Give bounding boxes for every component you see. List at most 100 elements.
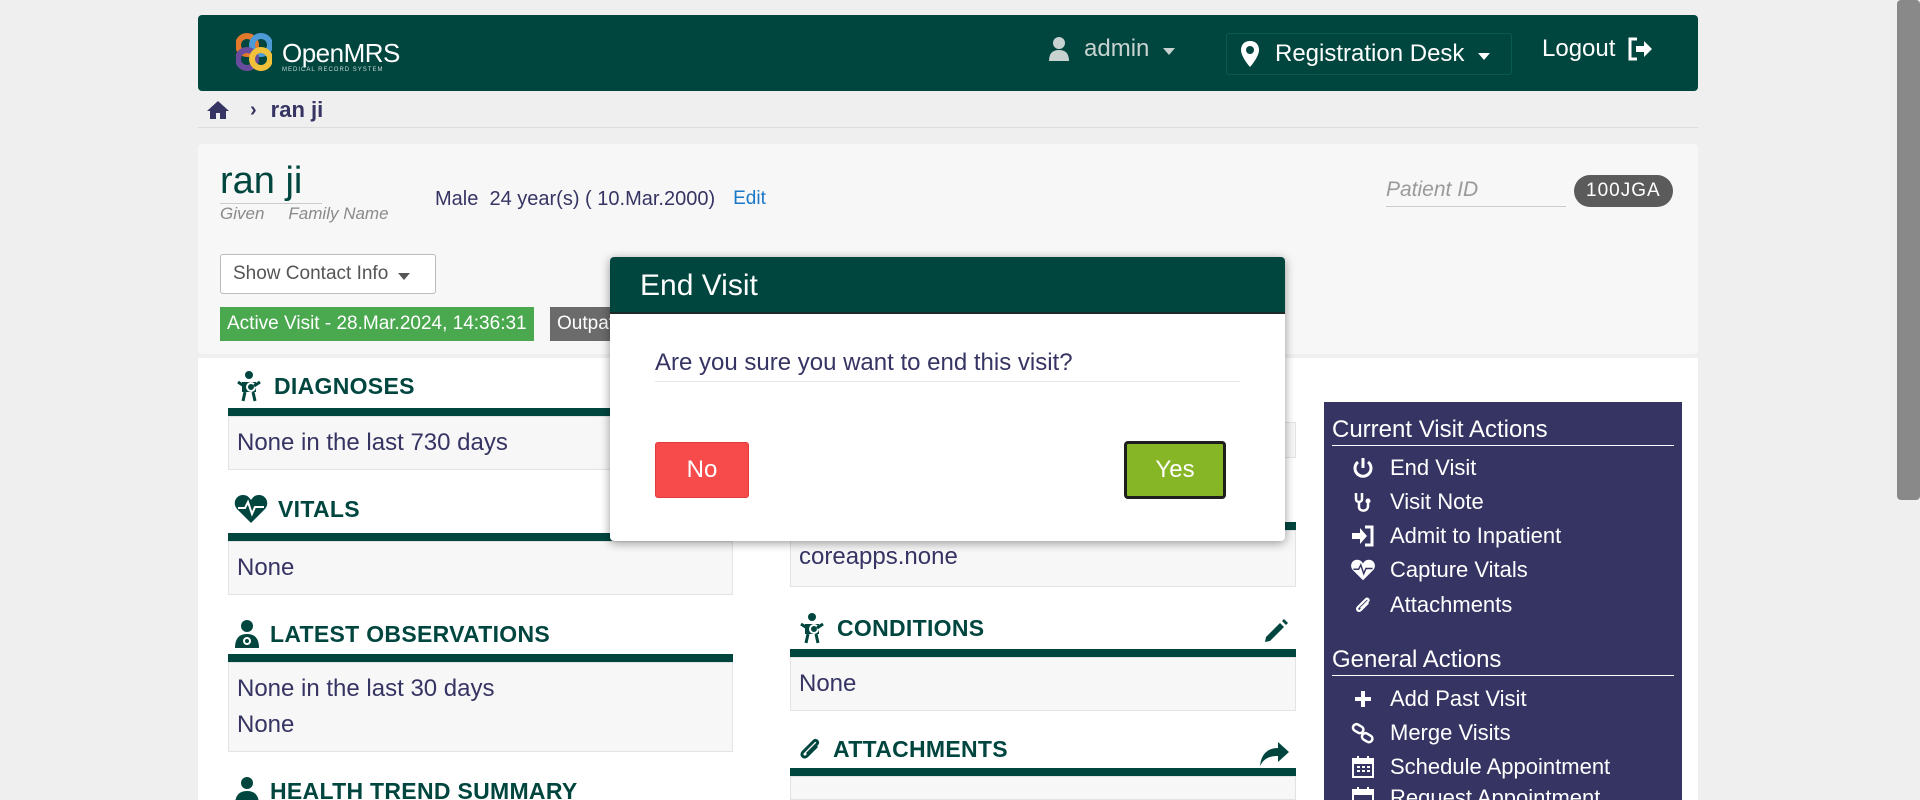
sign-in-icon <box>1352 525 1374 547</box>
home-icon[interactable] <box>206 100 230 120</box>
action-label: Visit Note <box>1390 489 1484 514</box>
breadcrumb: › ran ji <box>206 97 323 123</box>
latest-observations-body: None in the last 30 days None <box>228 662 733 752</box>
action-merge-visits[interactable]: Merge Visits <box>1350 720 1511 746</box>
scrollbar-thumb[interactable] <box>1897 0 1920 500</box>
chevron-down-icon <box>1478 52 1491 60</box>
dialog-title: End Visit <box>610 257 1285 314</box>
end-visit-dialog: End Visit Are you sure you want to end t… <box>610 257 1285 541</box>
action-label: Request Appointment <box>1390 785 1601 800</box>
share-icon[interactable] <box>1258 740 1290 768</box>
action-admit-inpatient[interactable]: Admit to Inpatient <box>1350 523 1561 549</box>
vitals-title: VITALS <box>278 495 360 522</box>
action-label: Schedule Appointment <box>1390 754 1611 779</box>
section-underline <box>790 649 1296 657</box>
action-label: Merge Visits <box>1390 720 1511 745</box>
divider <box>198 127 1698 128</box>
location-name: Registration Desk <box>1275 40 1465 67</box>
location-menu[interactable]: Registration Desk <box>1226 33 1512 75</box>
caret-down-icon <box>398 272 411 280</box>
active-visit-badge: Active Visit - 28.Mar.2024, 14:36:31 <box>220 307 534 341</box>
action-request-appointment[interactable]: Request Appointment <box>1350 785 1600 800</box>
user-menu[interactable]: admin <box>1048 35 1176 63</box>
dialog-question: Are you sure you want to end this visit? <box>655 349 1240 382</box>
yes-button[interactable]: Yes <box>1124 441 1226 499</box>
health-trend-header: HEALTH TREND SUMMARY <box>234 776 578 800</box>
given-label: Given <box>220 204 265 223</box>
heartbeat-icon <box>1351 559 1375 581</box>
diagnoses-title: DIAGNOSES <box>274 372 415 399</box>
logout-link[interactable]: Logout <box>1542 35 1653 63</box>
link-icon <box>1351 722 1374 744</box>
plus-icon <box>1355 691 1371 707</box>
action-add-past-visit[interactable]: Add Past Visit <box>1350 686 1527 712</box>
user-md-icon <box>235 620 259 648</box>
diagnoses-text: None in the last 730 days <box>237 429 508 456</box>
section-underline <box>228 654 733 662</box>
top-header: OpenMRS MEDICAL RECORD SYSTEM admin Regi… <box>198 15 1698 91</box>
observations-text: None in the last 30 days <box>237 675 495 702</box>
action-attachments[interactable]: Attachments <box>1350 592 1512 618</box>
family-label: Family Name <box>288 204 389 223</box>
patient-info: Male 24 year(s) ( 10.Mar.2000) <box>435 188 716 210</box>
vitals-body: None <box>228 541 733 595</box>
observations-none: None <box>237 711 295 738</box>
power-icon <box>1353 458 1373 478</box>
action-label: End Visit <box>1390 455 1477 480</box>
user-md-icon <box>235 777 259 800</box>
openmrs-logo-icon <box>236 33 272 71</box>
logo-text: OpenMRS <box>282 37 400 68</box>
conditions-title: CONDITIONS <box>837 614 985 641</box>
vitals-text: None <box>237 554 295 581</box>
pencil-icon[interactable] <box>1262 617 1290 645</box>
current-visit-actions-heading: Current Visit Actions <box>1332 416 1674 446</box>
chevron-down-icon <box>1163 47 1176 55</box>
patient-id-label: Patient ID <box>1386 178 1566 207</box>
conditions-header: CONDITIONS <box>797 612 984 644</box>
action-label: Add Past Visit <box>1390 686 1527 711</box>
patient-id-badge: 100JGA <box>1574 175 1673 207</box>
edit-link[interactable]: Edit <box>733 188 766 211</box>
paperclip-icon <box>1356 597 1370 612</box>
show-contact-info-button[interactable]: Show Contact Info <box>220 254 436 294</box>
section-underline <box>790 768 1296 776</box>
patient-demographics: Male 24 year(s) ( 10.Mar.2000) Edit <box>435 188 766 211</box>
calendar-icon <box>1352 756 1374 778</box>
openmrs-logo[interactable]: OpenMRS MEDICAL RECORD SYSTEM <box>236 33 400 73</box>
general-actions-heading: General Actions <box>1332 646 1674 676</box>
stethoscope-person-icon <box>237 371 261 402</box>
action-capture-vitals[interactable]: Capture Vitals <box>1350 557 1528 583</box>
attachments-title: ATTACHMENTS <box>833 735 1008 762</box>
conditions-text: None <box>799 670 857 697</box>
health-trend-title: HEALTH TREND SUMMARY <box>270 777 578 800</box>
user-name: admin <box>1084 35 1150 62</box>
map-marker-icon <box>1241 41 1259 67</box>
action-label: Attachments <box>1390 592 1513 617</box>
action-visit-note[interactable]: Visit Note <box>1350 489 1484 515</box>
conditions-body: None <box>790 657 1296 711</box>
chevron-right-icon: › <box>250 98 257 121</box>
no-button[interactable]: No <box>655 442 749 498</box>
attachments-header: ATTACHMENTS <box>797 734 1008 764</box>
action-label: Capture Vitals <box>1390 557 1528 582</box>
contact-btn-label: Show Contact Info <box>233 263 389 284</box>
name-labels: Given Family Name <box>220 204 389 224</box>
action-label: Admit to Inpatient <box>1390 523 1562 548</box>
diagnoses-header: DIAGNOSES <box>234 370 415 402</box>
latest-observations-header: LATEST OBSERVATIONS <box>234 619 550 649</box>
visit-actions-sidebar: Current Visit Actions End Visit Visit No… <box>1324 402 1682 800</box>
latest-observations-title: LATEST OBSERVATIONS <box>270 620 551 647</box>
stethoscope-icon <box>1354 493 1371 512</box>
action-schedule-appointment[interactable]: Schedule Appointment <box>1350 754 1610 780</box>
heartbeat-icon <box>234 495 268 523</box>
paperclip-icon <box>800 738 820 759</box>
breadcrumb-current: ran ji <box>270 97 324 122</box>
logout-label: Logout <box>1542 35 1616 62</box>
action-end-visit[interactable]: End Visit <box>1350 455 1476 481</box>
logo-subtitle: MEDICAL RECORD SYSTEM <box>282 67 384 73</box>
attachments-body <box>790 776 1296 800</box>
coreapps-text: coreapps.none <box>799 543 958 570</box>
stethoscope-person-icon <box>800 613 824 644</box>
sign-out-icon <box>1628 37 1653 61</box>
calendar-icon <box>1352 787 1374 800</box>
